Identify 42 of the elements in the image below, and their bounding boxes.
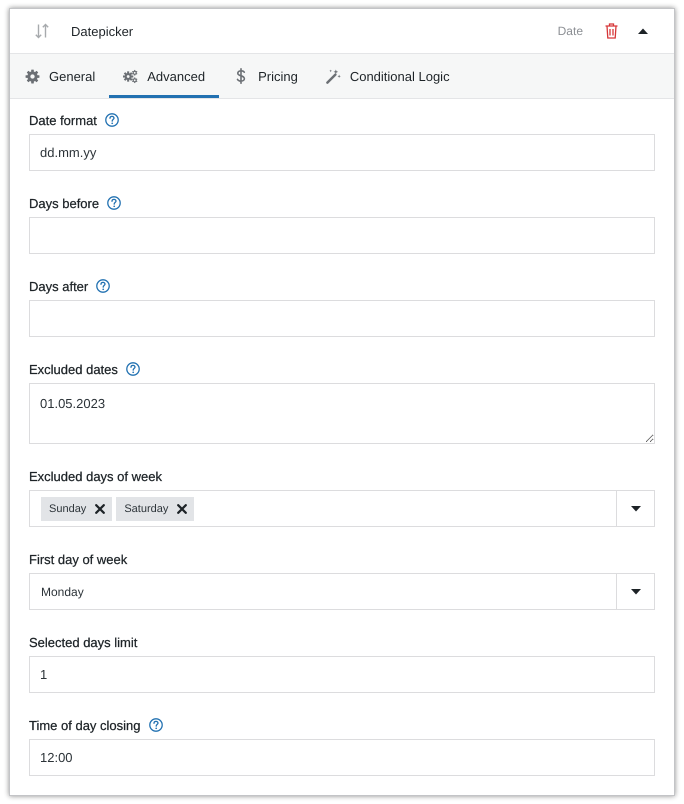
- collapse-button[interactable]: [638, 28, 648, 34]
- field-label: Excluded dates: [29, 362, 118, 376]
- tab[interactable]: Pricing: [219, 54, 312, 98]
- text-input[interactable]: [29, 300, 655, 337]
- help-icon[interactable]: [107, 196, 122, 210]
- multiselect-field[interactable]: Sunday Saturday: [29, 490, 655, 527]
- caret-down-icon: [630, 588, 640, 594]
- trash-icon: [605, 23, 618, 39]
- delete-button[interactable]: [605, 23, 618, 39]
- text-input[interactable]: 1: [29, 656, 655, 693]
- help-icon[interactable]: [148, 718, 163, 732]
- select-value: Monday: [40, 584, 85, 598]
- text-input[interactable]: 12:00: [29, 739, 655, 776]
- field-label: Selected days limit: [29, 634, 138, 650]
- textarea-field[interactable]: 01.05.2023: [29, 383, 655, 444]
- field-label: First day of week: [29, 552, 128, 566]
- help-icon[interactable]: [96, 279, 110, 293]
- field-type-label: Date: [558, 24, 583, 38]
- tag-label: Saturday: [124, 502, 168, 514]
- text-input[interactable]: dd.mm.yy: [29, 134, 655, 171]
- help-icon[interactable]: [126, 362, 140, 376]
- field-label: Days before: [29, 196, 100, 210]
- dollar-icon: [236, 68, 246, 84]
- field-label: Date format: [29, 112, 97, 128]
- cogs-icon: [123, 68, 138, 84]
- tag-label: Sunday: [49, 502, 86, 514]
- field-label: Days after: [29, 278, 88, 294]
- remove-icon[interactable]: [95, 504, 106, 514]
- caret-up-icon: [638, 28, 648, 34]
- tab[interactable]: Advanced: [109, 54, 220, 98]
- text-input[interactable]: [29, 217, 655, 254]
- help-icon[interactable]: [104, 113, 119, 127]
- gear-icon: [25, 68, 40, 84]
- magic-wand-icon: [326, 68, 341, 84]
- caret-down-icon: [630, 506, 640, 512]
- remove-icon[interactable]: [177, 504, 188, 514]
- field-label: Time of day closing: [29, 718, 141, 732]
- select-field[interactable]: Monday: [29, 573, 655, 610]
- panel-title: Datepicker: [71, 24, 134, 38]
- tab[interactable]: Conditional Logic: [312, 54, 464, 98]
- tab[interactable]: General: [11, 54, 110, 98]
- field-label: Excluded days of week: [29, 468, 162, 484]
